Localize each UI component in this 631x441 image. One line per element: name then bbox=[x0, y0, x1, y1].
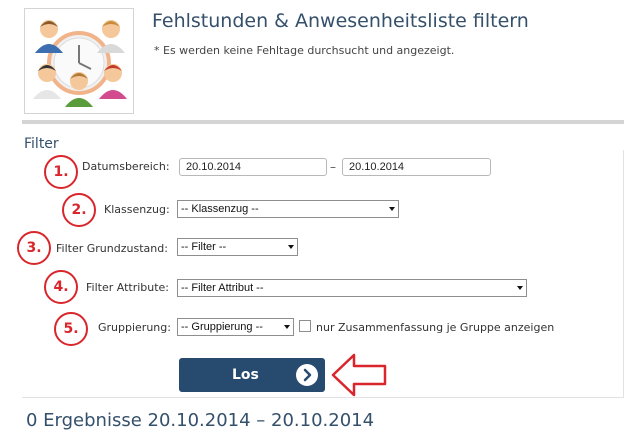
chevron-down-icon bbox=[288, 245, 294, 249]
attendance-logo bbox=[24, 8, 134, 114]
summary-checkbox[interactable] bbox=[299, 320, 311, 332]
grundzustand-selected: -- Filter -- bbox=[181, 241, 227, 253]
date-to-input[interactable]: 20.10.2014 bbox=[342, 158, 491, 176]
attribute-label: Filter Attribute: bbox=[86, 281, 170, 294]
results-title: 0 Ergebnisse 20.10.2014 – 20.10.2014 bbox=[26, 410, 375, 431]
submit-button[interactable]: Los bbox=[179, 358, 325, 392]
chevron-right-icon bbox=[296, 364, 318, 386]
grundzustand-select[interactable]: -- Filter -- bbox=[177, 238, 298, 256]
date-range-separator: – bbox=[330, 160, 336, 174]
people-clock-icon bbox=[33, 20, 127, 107]
attribute-select[interactable]: -- Filter Attribut -- bbox=[177, 279, 527, 297]
attribute-selected: -- Filter Attribut -- bbox=[181, 282, 264, 294]
header-divider bbox=[22, 120, 624, 124]
chevron-down-icon bbox=[389, 207, 395, 211]
summary-checkbox-label: nur Zusammenfassung je Gruppe anzeigen bbox=[316, 321, 555, 334]
step-badge-5: 5. bbox=[54, 312, 88, 346]
arrow-left-icon bbox=[331, 353, 387, 397]
gruppierung-selected: -- Gruppierung -- bbox=[181, 321, 263, 333]
page-note: * Es werden keine Fehltage durchsucht un… bbox=[154, 44, 455, 57]
klassenzug-label: Klassenzug: bbox=[104, 203, 170, 216]
gruppierung-select[interactable]: -- Gruppierung -- bbox=[177, 318, 294, 336]
klassenzug-selected: -- Klassenzug -- bbox=[181, 203, 259, 215]
step-badge-3: 3. bbox=[17, 231, 51, 265]
step-badge-2: 2. bbox=[62, 193, 96, 227]
chevron-down-icon bbox=[284, 325, 290, 329]
gruppierung-label: Gruppierung: bbox=[98, 321, 171, 334]
step-badge-1: 1. bbox=[44, 155, 78, 189]
chevron-down-icon bbox=[517, 286, 523, 290]
submit-label: Los bbox=[232, 367, 259, 383]
date-from-input[interactable]: 20.10.2014 bbox=[179, 158, 327, 176]
grundzustand-label: Filter Grundzustand: bbox=[56, 242, 168, 255]
date-range-label: Datumsbereich: bbox=[82, 160, 170, 173]
step-badge-4: 4. bbox=[44, 270, 78, 304]
page-title: Fehlstunden & Anwesenheitsliste filtern bbox=[152, 10, 529, 32]
klassenzug-select[interactable]: -- Klassenzug -- bbox=[177, 200, 399, 218]
